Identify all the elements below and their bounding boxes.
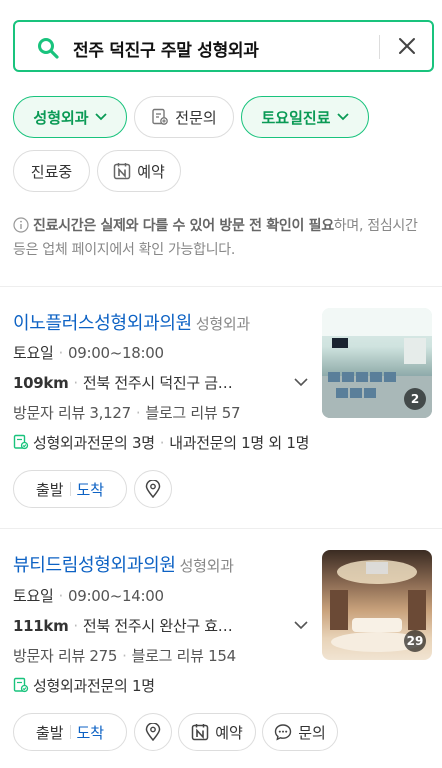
divider bbox=[379, 35, 380, 59]
filter-chip-specialist[interactable]: 전문의 bbox=[134, 96, 234, 138]
close-icon[interactable] bbox=[396, 35, 418, 57]
specialist-row: 성형외과전문의 1명 bbox=[13, 675, 155, 696]
map-pin-button[interactable] bbox=[134, 713, 172, 751]
filter-chip-label: 예약 bbox=[137, 162, 165, 181]
search-icon bbox=[38, 38, 59, 59]
chevron-down-icon bbox=[94, 113, 107, 121]
hours-value: 09:00~14:00 bbox=[67, 587, 164, 605]
distance: 111km bbox=[13, 617, 69, 635]
map-pin-button[interactable] bbox=[134, 470, 172, 508]
place-title[interactable]: 뷰티드림성형외과의원 성형외과 bbox=[13, 551, 234, 577]
chevron-down-icon[interactable] bbox=[294, 378, 308, 387]
place-name[interactable]: 뷰티드림성형외과의원 bbox=[13, 555, 176, 576]
filter-chip-label: 진료중 bbox=[30, 162, 73, 181]
place-name[interactable]: 이노플러스성형외과의원 bbox=[13, 313, 192, 334]
specialists-extra: 내과전문의 1명 외 1명 bbox=[169, 434, 310, 452]
location-row[interactable]: 109km · 전북 전주시 덕진구 금… bbox=[13, 372, 308, 393]
place-title[interactable]: 이노플러스성형외과의원 성형외과 bbox=[13, 309, 250, 335]
filter-chip-label: 성형외과 bbox=[33, 108, 89, 127]
section-divider bbox=[0, 528, 442, 529]
search-input[interactable]: 전주 덕진구 주말 성형외과 bbox=[73, 36, 259, 61]
chevron-down-icon[interactable] bbox=[294, 621, 308, 630]
photo-count: 29 bbox=[404, 630, 426, 652]
route-button[interactable]: 출발 도착 bbox=[13, 713, 127, 751]
specialist-doc-icon bbox=[13, 677, 29, 693]
arrive-label[interactable]: 도착 bbox=[77, 722, 105, 743]
filter-chip-saturday[interactable]: 토요일진료 bbox=[241, 96, 369, 138]
blog-reviews: 블로그 리뷰 57 bbox=[145, 404, 241, 422]
place-photo[interactable]: 2 bbox=[322, 308, 432, 418]
distance: 109km bbox=[13, 374, 69, 392]
visitor-reviews: 방문자 리뷰 275 bbox=[13, 647, 118, 665]
notice-bold: 진료시간은 실제와 다를 수 있어 방문 전 확인이 필요 bbox=[33, 218, 334, 234]
map-pin-icon bbox=[145, 480, 161, 498]
chat-bubble-icon bbox=[274, 724, 292, 741]
blog-reviews: 블로그 리뷰 154 bbox=[131, 647, 236, 665]
specialist-doc-icon bbox=[152, 108, 169, 125]
day-label: 토요일 bbox=[13, 587, 54, 605]
specialist-row: 성형외과전문의 3명 · 내과전문의 1명 외 1명 bbox=[13, 432, 309, 453]
address: 전북 전주시 완산구 효… bbox=[82, 617, 233, 635]
section-divider bbox=[0, 286, 442, 287]
review-row: 방문자 리뷰 275 · 블로그 리뷰 154 bbox=[13, 647, 236, 665]
business-hours: 토요일 · 09:00~14:00 bbox=[13, 587, 164, 605]
chevron-down-icon bbox=[336, 113, 349, 121]
naver-reserve-icon bbox=[191, 724, 209, 741]
inquiry-button[interactable]: 문의 bbox=[262, 713, 338, 751]
filter-chip-label: 전문의 bbox=[175, 108, 217, 127]
info-icon bbox=[13, 217, 29, 233]
location-row[interactable]: 111km · 전북 전주시 완산구 효… bbox=[13, 615, 308, 636]
filter-chip-label: 토요일진료 bbox=[261, 108, 331, 127]
place-category: 성형외과 bbox=[195, 315, 250, 333]
search-bar[interactable]: 전주 덕진구 주말 성형외과 bbox=[13, 20, 434, 72]
specialists: 성형외과전문의 1명 bbox=[33, 677, 155, 695]
specialists: 성형외과전문의 3명 bbox=[33, 434, 155, 452]
specialist-doc-icon bbox=[13, 434, 29, 450]
place-category: 성형외과 bbox=[179, 557, 234, 575]
visitor-reviews: 방문자 리뷰 3,127 bbox=[13, 404, 131, 422]
naver-reserve-icon bbox=[113, 163, 131, 180]
place-photo[interactable]: 29 bbox=[322, 550, 432, 660]
photo-count: 2 bbox=[404, 388, 426, 410]
address: 전북 전주시 덕진구 금… bbox=[82, 374, 233, 392]
hours-value: 09:00~18:00 bbox=[67, 344, 164, 362]
filter-chip-specialty[interactable]: 성형외과 bbox=[13, 96, 127, 138]
review-row: 방문자 리뷰 3,127 · 블로그 리뷰 57 bbox=[13, 404, 241, 422]
reserve-label: 예약 bbox=[215, 723, 243, 742]
depart-label[interactable]: 출발 bbox=[36, 722, 64, 743]
arrive-label[interactable]: 도착 bbox=[77, 479, 105, 500]
business-hours: 토요일 · 09:00~18:00 bbox=[13, 344, 164, 362]
filter-chip-open-now[interactable]: 진료중 bbox=[13, 150, 90, 192]
filter-chip-reserve[interactable]: 예약 bbox=[97, 150, 181, 192]
route-button[interactable]: 출발 도착 bbox=[13, 470, 127, 508]
day-label: 토요일 bbox=[13, 344, 54, 362]
depart-label[interactable]: 출발 bbox=[36, 479, 64, 500]
inquiry-label: 문의 bbox=[298, 723, 326, 742]
hours-notice: 진료시간은 실제와 다를 수 있어 방문 전 확인이 필요하며, 점심시간 등은… bbox=[13, 214, 433, 262]
map-pin-icon bbox=[145, 723, 161, 741]
reserve-button[interactable]: 예약 bbox=[178, 713, 256, 751]
